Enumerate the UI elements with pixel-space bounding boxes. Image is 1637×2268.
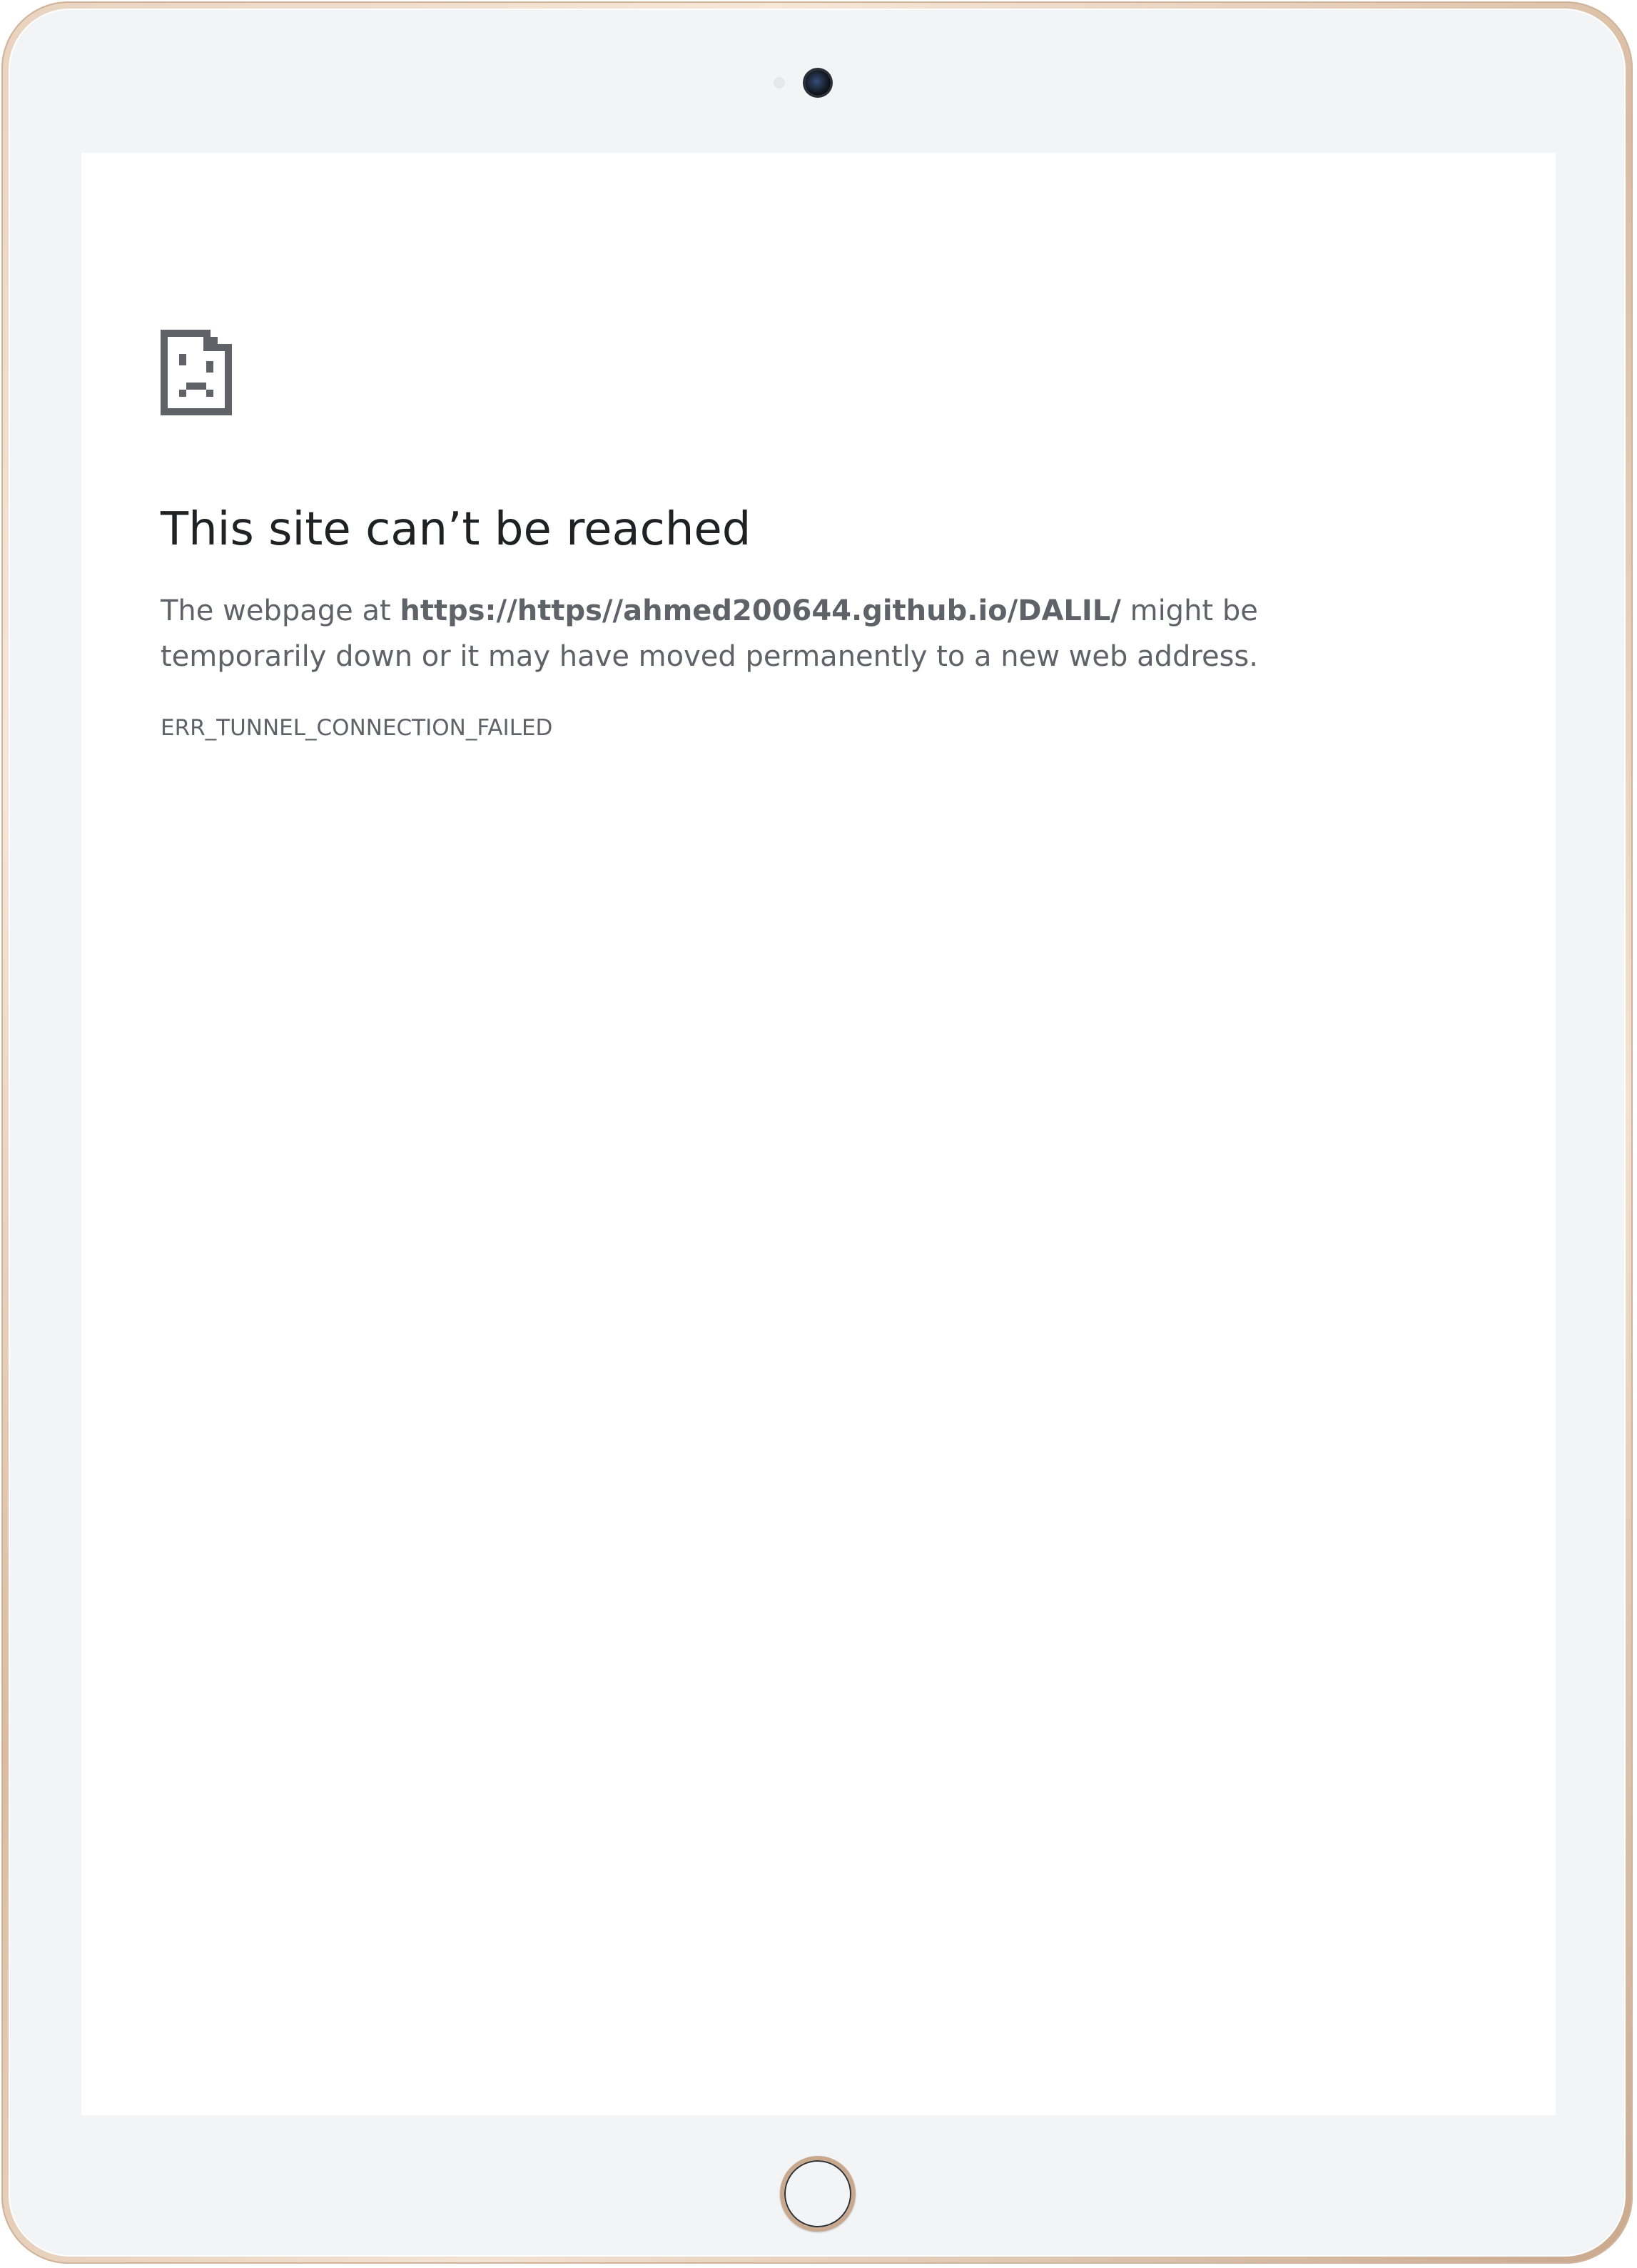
error-url: https://https//ahmed200644.github.io/DAL… [400, 594, 1121, 627]
sad-page-icon [161, 330, 232, 415]
home-button[interactable] [780, 2156, 856, 2232]
description-prefix: The webpage at [161, 594, 400, 627]
front-sensor [774, 77, 785, 88]
error-description: The webpage at https://https//ahmed20064… [161, 588, 1374, 679]
camera-icon [805, 70, 831, 96]
error-title: This site can’t be reached [161, 503, 751, 556]
error-code: ERR_TUNNEL_CONNECTION_FAILED [161, 715, 553, 741]
error-page: This site can’t be reached The webpage a… [161, 330, 1374, 742]
